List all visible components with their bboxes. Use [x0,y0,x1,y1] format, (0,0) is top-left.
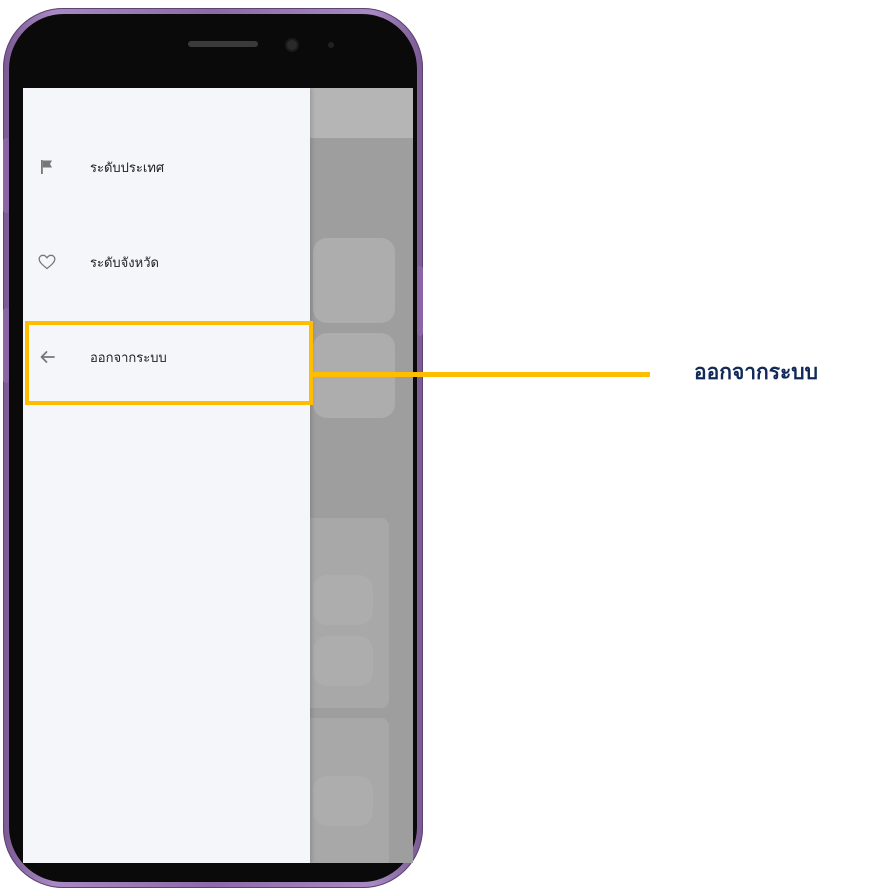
menu-item-label: ระดับประเทศ [90,160,165,176]
menu-item-province-level[interactable]: ระดับจังหวัด [23,238,310,286]
menu-item-label: ระดับจังหวัด [90,255,159,271]
proximity-sensor [328,42,334,48]
highlight-box [25,321,313,405]
background-card [313,575,373,625]
earpiece-speaker [188,41,258,47]
background-card [313,238,395,323]
front-camera-icon [287,40,297,50]
heart-icon [37,252,57,272]
background-card [313,636,373,686]
flag-icon [37,157,57,177]
navigation-drawer: ระดับประเทศ ระดับจังหวัด ออกจากระบบ [23,88,310,863]
background-card [313,776,373,826]
callout-label: ออกจากระบบ [694,360,818,384]
menu-item-country-level[interactable]: ระดับประเทศ [23,143,310,191]
phone-screen: ระดับประเทศ ระดับจังหวัด ออกจากระบบ [23,88,413,863]
callout-arrow-line [313,372,650,377]
power-button [417,266,423,336]
phone-frame: ระดับประเทศ ระดับจังหวัด ออกจากระบบ [3,8,423,888]
